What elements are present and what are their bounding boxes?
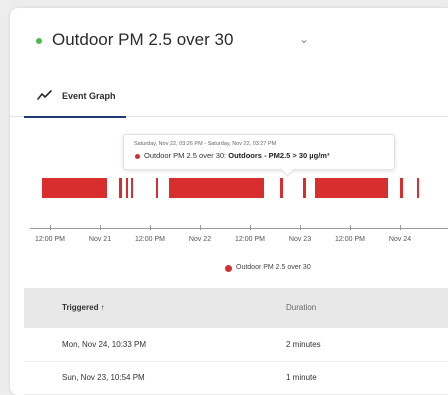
event-bar[interactable] <box>131 178 134 198</box>
event-bar[interactable] <box>400 178 403 198</box>
event-bar[interactable] <box>126 178 129 198</box>
event-bar[interactable] <box>118 178 122 198</box>
tooltip-series-dot <box>135 154 140 159</box>
event-title: Outdoor PM 2.5 over 30 <box>52 30 234 49</box>
event-header: Outdoor PM 2.5 over 30 ⌄ <box>10 8 448 68</box>
chart-tooltip: Saturday, Nov 22, 03:26 PM - Saturday, N… <box>123 134 395 177</box>
event-bar[interactable] <box>302 178 306 198</box>
event-bar[interactable] <box>42 178 107 198</box>
column-header-triggered[interactable]: Triggered ↑ <box>62 303 105 312</box>
legend-label: Outdoor PM 2.5 over 30 <box>236 264 311 271</box>
event-bar[interactable] <box>315 178 389 198</box>
event-bar[interactable] <box>279 178 283 198</box>
duration-cell: 1 minute <box>286 373 317 382</box>
x-tick <box>250 225 251 230</box>
x-tick-label: Nov 21 <box>88 236 112 243</box>
event-timeline-chart[interactable]: Saturday, Nov 22, 03:26 PM - Saturday, N… <box>10 118 448 288</box>
x-tick-label: Nov 23 <box>288 236 312 243</box>
column-header-duration[interactable]: Duration <box>286 303 316 312</box>
legend-dot <box>225 265 232 272</box>
event-bar[interactable] <box>169 178 264 198</box>
x-tick-label: 12:00 PM <box>35 236 65 243</box>
tab-label: Event Graph <box>62 91 116 101</box>
x-axis <box>30 228 448 229</box>
x-tick <box>400 225 401 230</box>
duration-cell: 2 minutes <box>286 340 321 349</box>
x-tick <box>150 225 151 230</box>
event-bar[interactable] <box>155 178 158 198</box>
event-card: Outdoor PM 2.5 over 30 ⌄ Event Graph Sat… <box>10 8 448 395</box>
tab-event-graph[interactable]: Event Graph <box>24 76 126 118</box>
tooltip-time: Saturday, Nov 22, 03:26 PM - Saturday, N… <box>134 141 277 147</box>
x-tick-label: 12:00 PM <box>335 236 365 243</box>
table-row[interactable]: Mon, Nov 24, 10:33 PM 2 minutes <box>24 328 448 362</box>
table-row[interactable]: Sun, Nov 23, 10:54 PM 1 minute <box>24 361 448 395</box>
x-tick <box>350 225 351 230</box>
line-chart-icon <box>37 90 52 100</box>
x-tick-label: Nov 22 <box>188 236 212 243</box>
event-bar[interactable] <box>416 178 419 198</box>
x-tick <box>300 225 301 230</box>
x-tick-label: Nov 24 <box>388 236 412 243</box>
tooltip-pointer <box>281 164 294 177</box>
triggered-cell: Sun, Nov 23, 10:54 PM <box>62 373 145 382</box>
x-tick <box>200 225 201 230</box>
chevron-down-icon[interactable]: ⌄ <box>299 32 309 46</box>
tooltip-value: Outdoor PM 2.5 over 30: Outdoors - PM2.5… <box>144 151 330 160</box>
tab-bar: Event Graph <box>10 76 448 118</box>
status-dot <box>36 38 42 44</box>
x-tick <box>50 225 51 230</box>
x-tick <box>100 225 101 230</box>
table-header: Triggered ↑ Duration <box>24 288 448 328</box>
triggered-cell: Mon, Nov 24, 10:33 PM <box>62 340 147 349</box>
x-tick-label: 12:00 PM <box>135 236 165 243</box>
x-tick-label: 12:00 PM <box>235 236 265 243</box>
